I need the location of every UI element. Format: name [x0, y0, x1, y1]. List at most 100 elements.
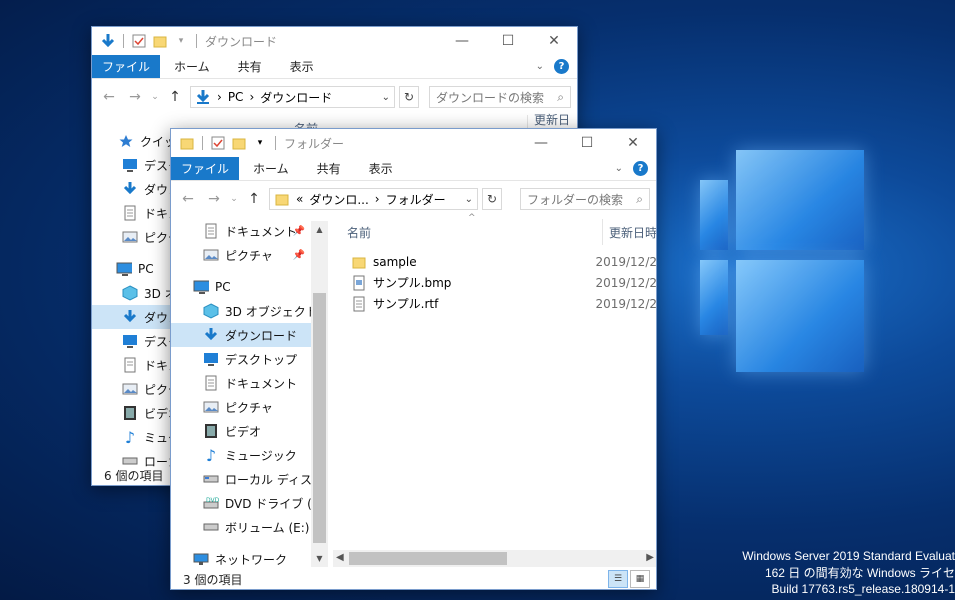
close-button[interactable]: ✕ [610, 129, 656, 157]
titlebar[interactable]: ▾ ダウンロード — ☐ ✕ [92, 27, 577, 55]
breadcrumb-sep-icon: › [217, 90, 222, 104]
svg-text:DVD: DVD [206, 497, 219, 504]
nav-item-downloads[interactable]: ダウンロード [171, 323, 311, 347]
breadcrumb-pc[interactable]: PC [228, 90, 244, 104]
up-icon[interactable]: ↑ [164, 89, 186, 105]
nav-item-desktop[interactable]: デスクトップ [171, 347, 311, 371]
dvd-icon: DVD [203, 495, 219, 511]
file-row-bmp[interactable]: サンプル.bmp 2019/12/2 [347, 272, 657, 293]
details-view-icon[interactable]: ☰ [608, 570, 628, 588]
network-icon [193, 551, 209, 567]
titlebar[interactable]: ▾ フォルダー — ☐ ✕ [171, 129, 656, 157]
breadcrumb-folder[interactable]: フォルダー [386, 191, 446, 208]
file-date: 2019/12/2 [595, 275, 657, 290]
help-icon[interactable]: ? [554, 59, 569, 74]
nav-item-pictures[interactable]: ピクチャ [171, 395, 311, 419]
scrollbar-thumb[interactable] [313, 293, 326, 543]
nav-item-dvd-drive[interactable]: DVD DVD ドライブ (D:) [171, 491, 311, 515]
nav-item-documents[interactable]: ドキュメント [171, 371, 311, 395]
forward-icon[interactable]: → [203, 191, 225, 207]
tab-file[interactable]: ファイル [92, 55, 161, 78]
file-row-rtf[interactable]: サンプル.rtf 2019/12/2 [347, 293, 657, 314]
tab-home[interactable]: ホーム [239, 157, 303, 180]
nav-item-music[interactable]: ♪ ミュージック [171, 443, 311, 467]
back-icon[interactable]: ← [177, 191, 199, 207]
item-count: 3 個の項目 [183, 572, 243, 587]
expand-ribbon-icon[interactable]: ⌄ [615, 163, 623, 174]
windows-logo [700, 150, 870, 380]
window-title: ダウンロード [205, 34, 278, 49]
properties-icon[interactable] [131, 33, 147, 49]
address-row: ← → ⌄ ↑ « ダウンロ... › フォルダー ⌄ ↻ フォルダーの検索 ⌕ [171, 181, 656, 217]
search-box[interactable]: ダウンロードの検索 ⌕ [429, 86, 571, 108]
qat-dropdown-icon[interactable]: ▾ [252, 135, 268, 151]
breadcrumb-downloads[interactable]: ダウンロード [260, 89, 332, 106]
nav-item-local-disk-c[interactable]: ローカル ディスク (C [171, 467, 311, 491]
forward-icon[interactable]: → [124, 89, 146, 105]
nav-pane-scrollbar[interactable]: ▲ ▼ [311, 221, 328, 567]
recent-dropdown-icon[interactable]: ⌄ [229, 194, 239, 204]
close-button[interactable]: ✕ [531, 27, 577, 55]
expand-ribbon-icon[interactable]: ⌄ [536, 61, 544, 72]
maximize-button[interactable]: ☐ [485, 27, 531, 55]
minimize-button[interactable]: — [439, 27, 485, 55]
tab-share[interactable]: 共有 [303, 157, 355, 180]
new-folder-icon[interactable] [231, 135, 247, 151]
breadcrumb-overflow[interactable]: « [296, 192, 303, 206]
file-name: sample [373, 254, 417, 269]
tab-view[interactable]: 表示 [355, 157, 407, 180]
search-box[interactable]: フォルダーの検索 ⌕ [520, 188, 650, 210]
download-icon [122, 309, 138, 325]
address-bar[interactable]: « ダウンロ... › フォルダー ⌄ [269, 188, 478, 210]
nav-item-videos[interactable]: ビデオ [171, 419, 311, 443]
nav-item-pc[interactable]: PC [171, 275, 311, 299]
up-icon[interactable]: ↑ [243, 191, 265, 207]
tab-share[interactable]: 共有 [224, 55, 276, 78]
drive-icon [203, 471, 219, 487]
file-list-hscrollbar[interactable]: ◀ ▶ [333, 550, 656, 567]
new-folder-icon[interactable] [152, 33, 168, 49]
file-list: sample 2019/12/2 サンプル.bmp 2019/12/2 サンプル… [347, 251, 657, 314]
tab-home[interactable]: ホーム [160, 55, 224, 78]
scroll-left-icon[interactable]: ◀ [336, 552, 344, 563]
scroll-up-icon[interactable]: ▲ [311, 221, 328, 238]
tab-file[interactable]: ファイル [171, 157, 240, 180]
qat-dropdown-icon[interactable]: ▾ [173, 33, 189, 49]
column-header-date[interactable]: 更新日時 [602, 219, 656, 245]
large-icons-view-icon[interactable]: ▦ [630, 570, 650, 588]
nav-item-3d-objects[interactable]: 3D オブジェクト [171, 299, 311, 323]
minimize-button[interactable]: — [518, 129, 564, 157]
column-header-name[interactable]: 名前 [347, 219, 371, 245]
search-placeholder: ダウンロードの検索 [436, 90, 545, 105]
address-bar[interactable]: › PC › ダウンロード ⌄ [190, 86, 395, 108]
address-dropdown-icon[interactable]: ⌄ [465, 194, 473, 205]
file-date: 2019/12/2 [595, 296, 657, 311]
tab-view[interactable]: 表示 [276, 55, 328, 78]
recent-dropdown-icon[interactable]: ⌄ [150, 92, 160, 102]
quick-access-toolbar: ▾ [179, 135, 278, 151]
star-icon [118, 133, 134, 149]
maximize-button[interactable]: ☐ [564, 129, 610, 157]
help-icon[interactable]: ? [633, 161, 648, 176]
pc-icon [193, 279, 209, 295]
scroll-down-icon[interactable]: ▼ [311, 550, 328, 567]
search-icon: ⌕ [557, 89, 564, 104]
download-icon [203, 327, 219, 343]
file-row-sample[interactable]: sample 2019/12/2 [347, 251, 656, 272]
refresh-button[interactable]: ↻ [399, 86, 419, 108]
nav-item-volume-e[interactable]: ボリューム (E:) [171, 515, 311, 539]
properties-icon[interactable] [210, 135, 226, 151]
rtf-file-icon [351, 296, 367, 312]
document-icon [203, 375, 219, 391]
refresh-button[interactable]: ↻ [482, 188, 502, 210]
breadcrumb-downloads[interactable]: ダウンロ... [309, 191, 368, 208]
nav-item-documents-pinned[interactable]: ドキュメント 📌 [171, 219, 311, 243]
hscrollbar-thumb[interactable] [349, 552, 507, 565]
scroll-right-icon[interactable]: ▶ [646, 552, 654, 563]
activation-watermark: Windows Server 2019 Standard Evaluat 162… [742, 549, 955, 596]
address-dropdown-icon[interactable]: ⌄ [382, 92, 390, 103]
nav-item-network[interactable]: ネットワーク [171, 547, 311, 567]
back-icon[interactable]: ← [98, 89, 120, 105]
front-explorer-window[interactable]: ▾ フォルダー — ☐ ✕ ファイル ホーム 共有 表示 ⌄ ? ← → ⌄ ↑… [170, 128, 657, 590]
nav-item-pictures-pinned[interactable]: ピクチャ 📌 [171, 243, 311, 267]
